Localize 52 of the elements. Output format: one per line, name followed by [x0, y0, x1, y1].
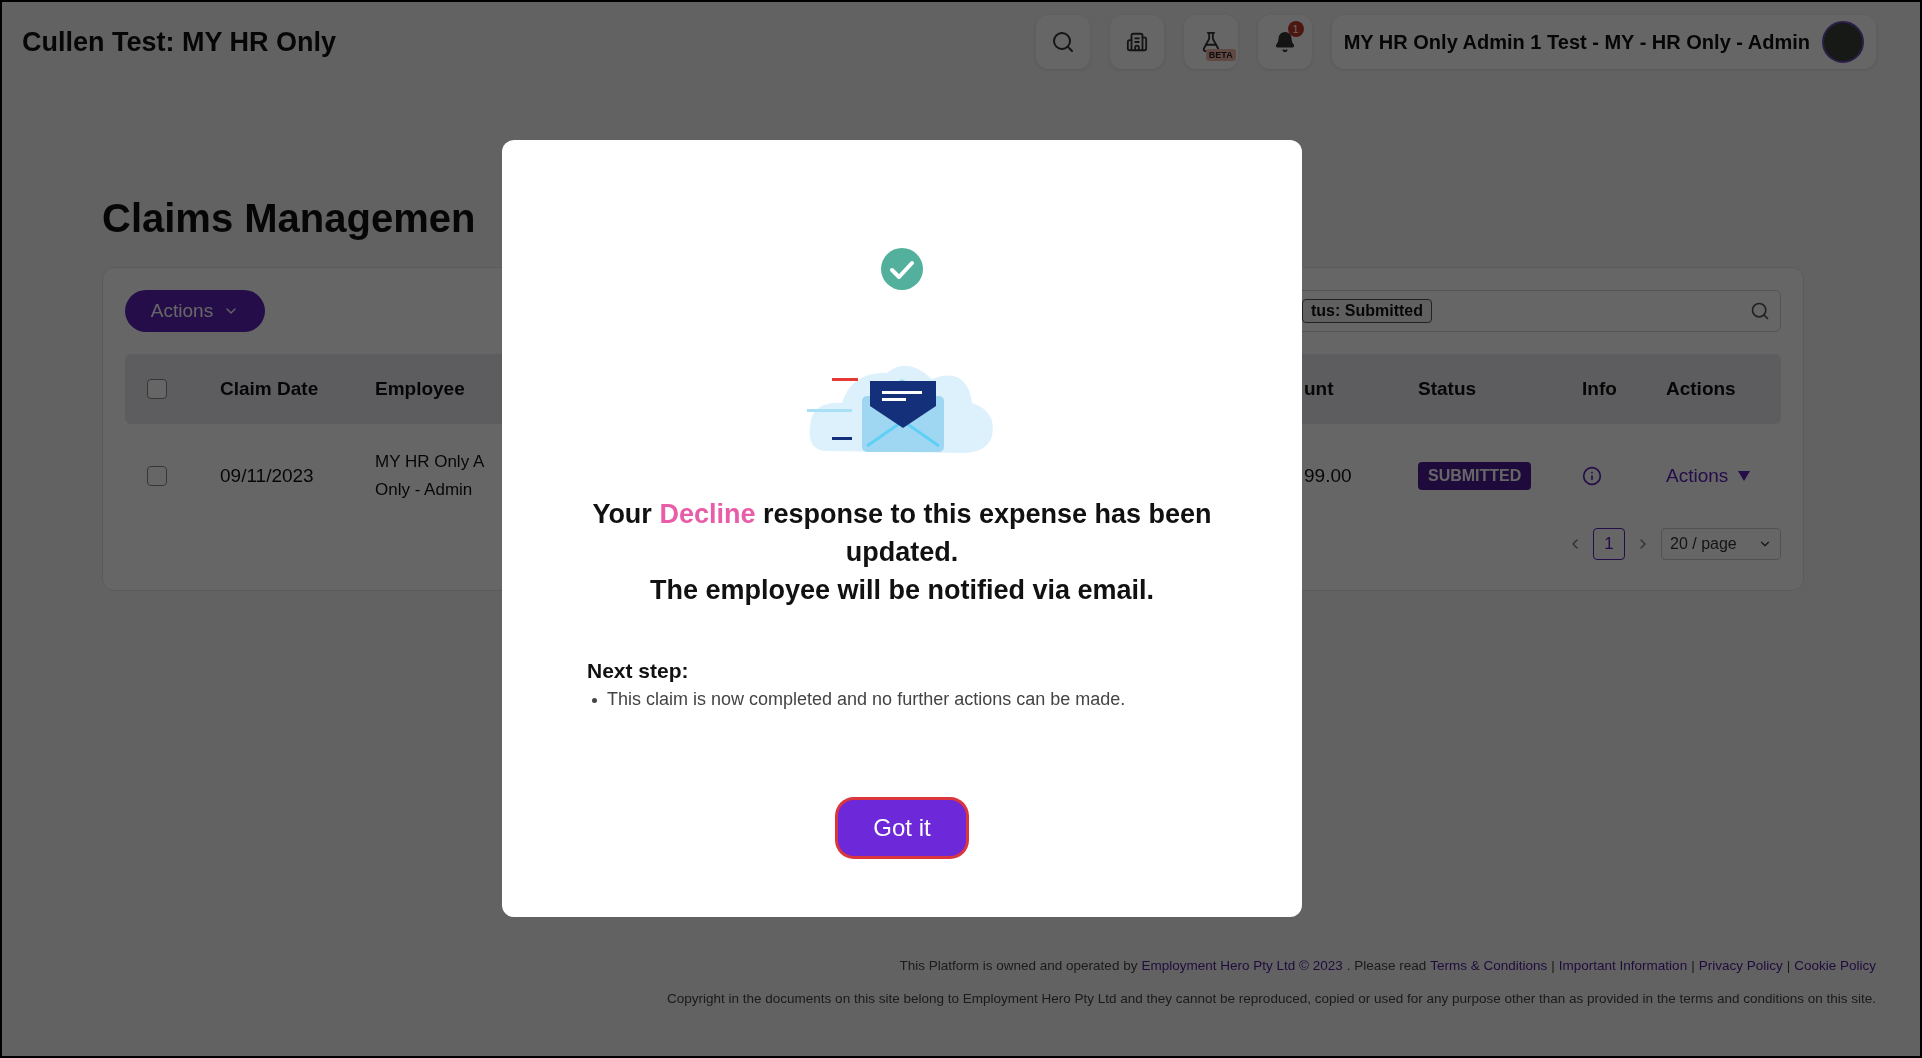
column-header: unt: [1304, 378, 1335, 400]
column-header: Actions: [1666, 378, 1737, 400]
footer-link[interactable]: Privacy Policy: [1698, 958, 1783, 973]
column-header: Status: [1418, 378, 1478, 400]
status-badge: SUBMITTED: [1418, 462, 1532, 490]
column-header: Info: [1582, 378, 1618, 400]
checkbox[interactable]: [147, 379, 167, 399]
got-it-button[interactable]: Got it: [838, 800, 966, 856]
search-button[interactable]: [1035, 15, 1090, 69]
caret-icon: [1738, 471, 1751, 481]
confirmation-message: Your Decline response to this expense has been updated.: [591, 498, 1213, 569]
actions-button[interactable]: Actions: [125, 290, 265, 332]
table-cell-text: 09/11/2023: [220, 464, 315, 488]
beta-lab-button[interactable]: BETA: [1183, 15, 1238, 69]
page-title: Claims Managemen: [102, 196, 477, 241]
notifications-button[interactable]: 1: [1257, 15, 1312, 69]
filter-tag: tus: Submitted: [1302, 299, 1432, 323]
app-title: Cullen Test: MY HR Only: [22, 26, 338, 58]
column-header: Claim Date: [220, 378, 320, 400]
separator: |: [1786, 958, 1791, 973]
separator: |: [1551, 958, 1555, 973]
footer-link[interactable]: Important Information: [1558, 958, 1688, 973]
column-header: Employee: [375, 378, 466, 400]
next-step-title: Next step:: [587, 659, 690, 683]
user-menu-button[interactable]: MY HR Only Admin 1 Test - MY - HR Only - Admin: [1331, 15, 1876, 69]
separator: |: [1691, 958, 1695, 973]
notification-count: 1: [1287, 21, 1304, 37]
page-size-select[interactable]: 20 / page: [1661, 528, 1781, 560]
footer-link[interactable]: Terms & Conditions: [1430, 958, 1548, 973]
beta-badge: BETA: [1205, 49, 1236, 61]
checkbox[interactable]: [147, 466, 167, 486]
bullet-icon: [592, 698, 597, 703]
copyright-text: Copyright in the documents on this site belong to Employment Hero Pty Ltd and they cannot be reproduced, copied or used for any purpose other than as provided in the terms and conditions on this site.: [667, 991, 1876, 1006]
footer-link[interactable]: Employment Hero Pty Ltd © 2023: [1141, 958, 1343, 973]
table-cell: MY HR Only A: [375, 452, 485, 471]
avatar: [1822, 21, 1864, 63]
confirmation-note: The employee will be notified via email.: [649, 574, 1155, 607]
footer-text: . Please read: [1346, 958, 1427, 973]
info-icon[interactable]: [1582, 466, 1602, 486]
building-icon: [1125, 31, 1148, 53]
footer-text: This Platform is owned and operated by: [899, 958, 1138, 973]
company-button[interactable]: [1109, 15, 1164, 69]
table-cell: Only - Admin: [375, 480, 473, 499]
check-circle-icon: [880, 247, 924, 291]
table-cell-text: 99.00: [1304, 464, 1353, 488]
bell-icon: [1273, 31, 1296, 53]
page-button[interactable]: 1: [1593, 528, 1625, 560]
actions-link[interactable]: Actions: [1666, 465, 1751, 487]
next-step-text: This claim is now completed and no further actions can be made.: [607, 689, 1126, 710]
search-icon: [1050, 30, 1075, 54]
search-icon: [1750, 301, 1770, 321]
footer-link[interactable]: Cookie Policy: [1794, 958, 1876, 973]
